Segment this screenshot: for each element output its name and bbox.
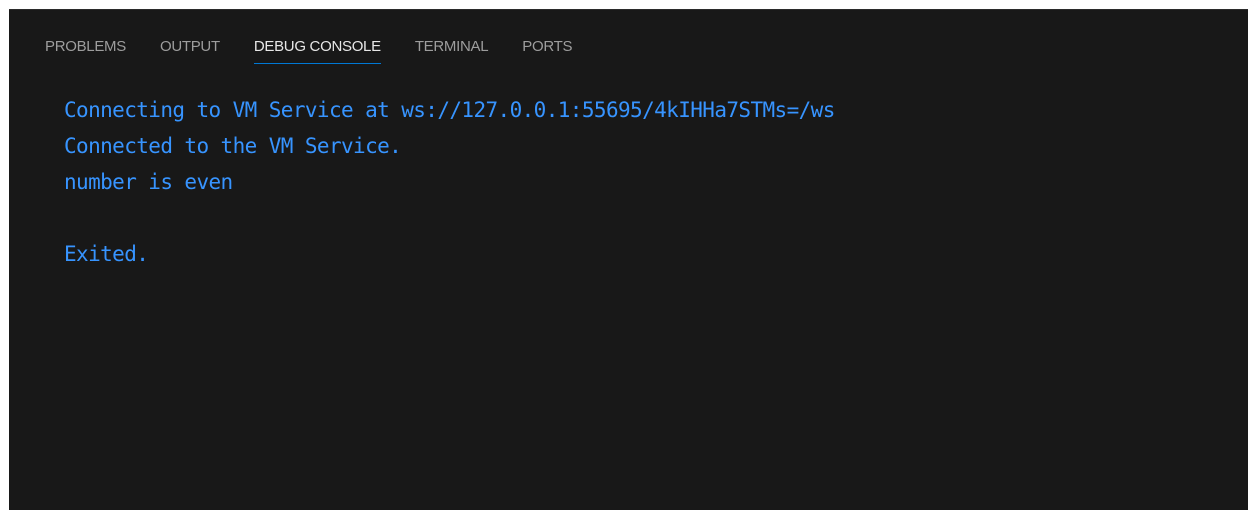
tab-terminal[interactable]: TERMINAL: [415, 38, 489, 63]
tab-output[interactable]: OUTPUT: [160, 38, 220, 63]
debug-console-output[interactable]: Connecting to VM Service at ws://127.0.0…: [64, 92, 1228, 272]
tab-ports[interactable]: PORTS: [522, 38, 572, 63]
console-line: Connecting to VM Service at ws://127.0.0…: [64, 98, 835, 122]
panel-tab-bar: PROBLEMS OUTPUT DEBUG CONSOLE TERMINAL P…: [45, 38, 606, 76]
console-line: Connected to the VM Service.: [64, 134, 402, 158]
console-line: number is even: [64, 170, 233, 194]
tab-debug-console[interactable]: DEBUG CONSOLE: [253, 38, 381, 64]
console-line: Exited.: [64, 242, 149, 266]
tab-problems[interactable]: PROBLEMS: [45, 38, 126, 63]
